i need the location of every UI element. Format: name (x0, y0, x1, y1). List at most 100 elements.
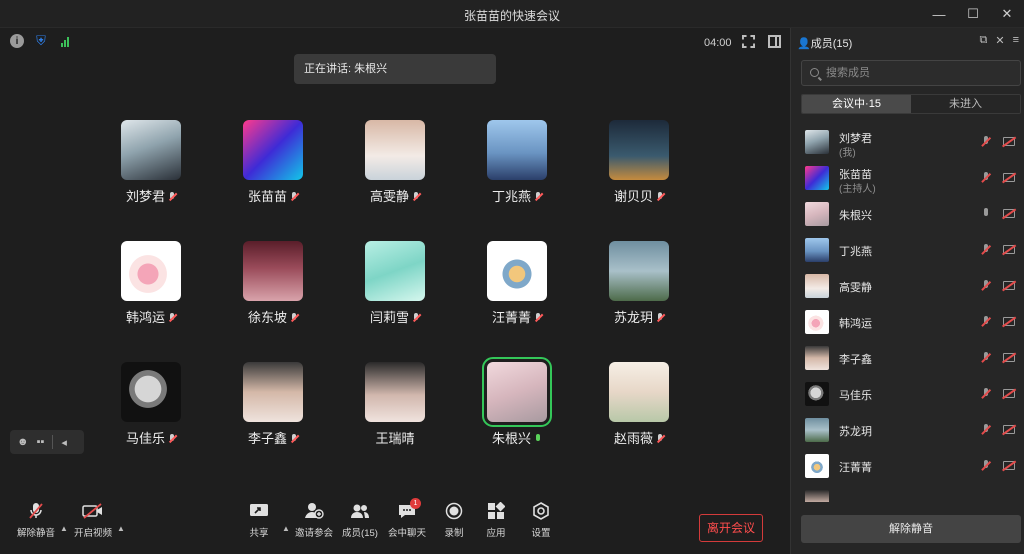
camera-off-icon[interactable] (1003, 173, 1015, 182)
member-name: 马佳乐 (839, 390, 872, 402)
fullscreen-icon[interactable] (742, 35, 755, 48)
tab-in-meeting[interactable]: 会议中·15 (802, 95, 911, 113)
member-name: 高雯静 (839, 282, 872, 294)
participant-tile-active[interactable]: 朱根兴 (462, 357, 572, 462)
members-button[interactable]: 成员(15) (335, 498, 385, 539)
tab-not-joined[interactable]: 未进入 (911, 95, 1020, 113)
participant-tile[interactable]: 苏龙玥 (584, 241, 694, 341)
camera-off-icon[interactable] (1003, 281, 1015, 290)
start-video-label: 开启视频 (73, 528, 112, 539)
participant-tile[interactable]: 徐东坡 (218, 241, 328, 341)
participant-tile[interactable]: 赵雨薇 (584, 362, 694, 462)
mic-off-icon (11, 498, 61, 524)
more-menu-icon[interactable]: ≡ (1013, 34, 1019, 47)
camera-off-icon[interactable] (1003, 209, 1015, 218)
participant-tile[interactable]: 张苗苗 (218, 120, 328, 220)
panel-title: 👤成员(15) (797, 35, 852, 51)
avatar (805, 490, 829, 502)
share-button[interactable]: 共享 (234, 498, 284, 539)
member-row[interactable]: 高雯静 (791, 268, 1024, 304)
share-label: 共享 (249, 528, 269, 539)
participant-tile[interactable]: 闫莉雪 (340, 241, 450, 341)
chat-button[interactable]: 1 会中聊天 (382, 498, 432, 539)
mic-off-icon[interactable] (981, 136, 991, 148)
camera-off-icon[interactable] (1003, 137, 1015, 146)
camera-off-icon[interactable] (1003, 425, 1015, 434)
camera-off-icon[interactable] (1003, 353, 1015, 362)
mic-off-icon (412, 313, 420, 323)
avatar (805, 130, 829, 154)
shield-icon[interactable]: ⛨ (34, 33, 48, 48)
participant-tile[interactable]: 李子鑫 (218, 362, 328, 462)
participant-tile[interactable]: 丁兆燕 (462, 120, 572, 220)
avatar (805, 238, 829, 262)
speaking-indicator: 正在讲话: 朱根兴 (294, 54, 496, 84)
member-search-input[interactable]: 搜索成员 (801, 60, 1021, 86)
settings-button[interactable]: 设置 (516, 498, 566, 539)
mic-off-icon[interactable] (981, 388, 991, 400)
video-options-chevron-icon[interactable]: ▲ (117, 524, 125, 533)
participant-tile[interactable]: 汪菁菁 (462, 241, 572, 341)
avatar (121, 120, 181, 180)
member-row[interactable]: 苏龙玥 (791, 412, 1024, 448)
member-row[interactable] (791, 484, 1024, 502)
emoji-icon[interactable]: ☻ (17, 436, 29, 448)
invite-button[interactable]: 邀请参会 (289, 498, 339, 539)
participant-name: 高雯静 (369, 189, 409, 204)
mic-off-icon[interactable] (981, 424, 991, 436)
participant-tile[interactable]: 王瑞晴 (340, 362, 450, 462)
mic-off-icon[interactable] (981, 460, 991, 472)
member-row[interactable]: 朱根兴 (791, 196, 1024, 232)
camera-off-icon[interactable] (1003, 389, 1015, 398)
member-row[interactable]: 汪菁菁 (791, 448, 1024, 484)
member-name: 苏龙玥 (839, 426, 872, 438)
bullet-chat-icon[interactable]: ▪▪ (37, 436, 45, 448)
mic-off-icon[interactable] (981, 316, 991, 328)
mic-off-icon[interactable] (981, 280, 991, 292)
mic-off-icon (534, 313, 542, 323)
start-video-button[interactable]: 开启视频 (68, 498, 118, 539)
camera-off-icon[interactable] (1003, 317, 1015, 326)
mic-off-icon[interactable] (981, 172, 991, 184)
audio-options-chevron-icon[interactable]: ▲ (60, 524, 68, 533)
participant-tile[interactable]: 谢贝贝 (584, 120, 694, 220)
member-row[interactable]: 张苗苗 (主持人) (791, 160, 1024, 196)
participant-tile[interactable]: 马佳乐 (96, 362, 206, 462)
apps-button[interactable]: 应用 (471, 498, 521, 539)
popout-icon[interactable]: ⧉ (980, 34, 988, 47)
signal-icon[interactable] (58, 35, 72, 47)
unmute-all-button[interactable]: 解除静音 (801, 515, 1021, 543)
participant-tile[interactable]: 韩鸿运 (96, 241, 206, 341)
participant-name: 朱根兴 (491, 431, 531, 446)
camera-off-icon[interactable] (1003, 245, 1015, 254)
meeting-timer: 04:00 (704, 37, 732, 49)
member-row[interactable]: 刘梦君 (我) (791, 124, 1024, 160)
members-label: 成员(15) (342, 528, 378, 539)
maximize-icon[interactable]: ☐ (956, 0, 990, 28)
layout-toggle-icon[interactable] (768, 35, 781, 48)
participant-tile[interactable]: 高雯静 (340, 120, 450, 220)
participant-name: 闫莉雪 (369, 310, 409, 325)
close-icon[interactable]: ✕ (990, 0, 1024, 28)
close-icon[interactable]: ✕ (995, 34, 1004, 47)
leave-meeting-button[interactable]: 离开会议 (699, 514, 763, 542)
collapse-left-icon[interactable]: ◂ (61, 436, 67, 449)
member-row[interactable]: 李子鑫 (791, 340, 1024, 376)
info-icon[interactable]: i (10, 34, 24, 48)
member-row[interactable]: 韩鸿运 (791, 304, 1024, 340)
camera-off-icon[interactable] (1003, 461, 1015, 470)
participant-tile[interactable]: 刘梦君 (96, 120, 206, 220)
minimize-icon[interactable]: — (922, 0, 956, 28)
member-row[interactable]: 丁兆燕 (791, 232, 1024, 268)
avatar (805, 346, 829, 370)
member-row[interactable]: 马佳乐 (791, 376, 1024, 412)
participant-name: 赵雨薇 (613, 431, 653, 446)
participant-name: 王瑞晴 (375, 431, 415, 446)
unmute-button[interactable]: 解除静音 (11, 498, 61, 539)
participant-name: 丁兆燕 (491, 189, 531, 204)
avatar (487, 120, 547, 180)
mic-off-icon[interactable] (981, 244, 991, 256)
mic-off-icon[interactable] (981, 352, 991, 364)
mic-on-icon[interactable] (981, 208, 991, 220)
member-role: (主持人) (839, 184, 876, 195)
